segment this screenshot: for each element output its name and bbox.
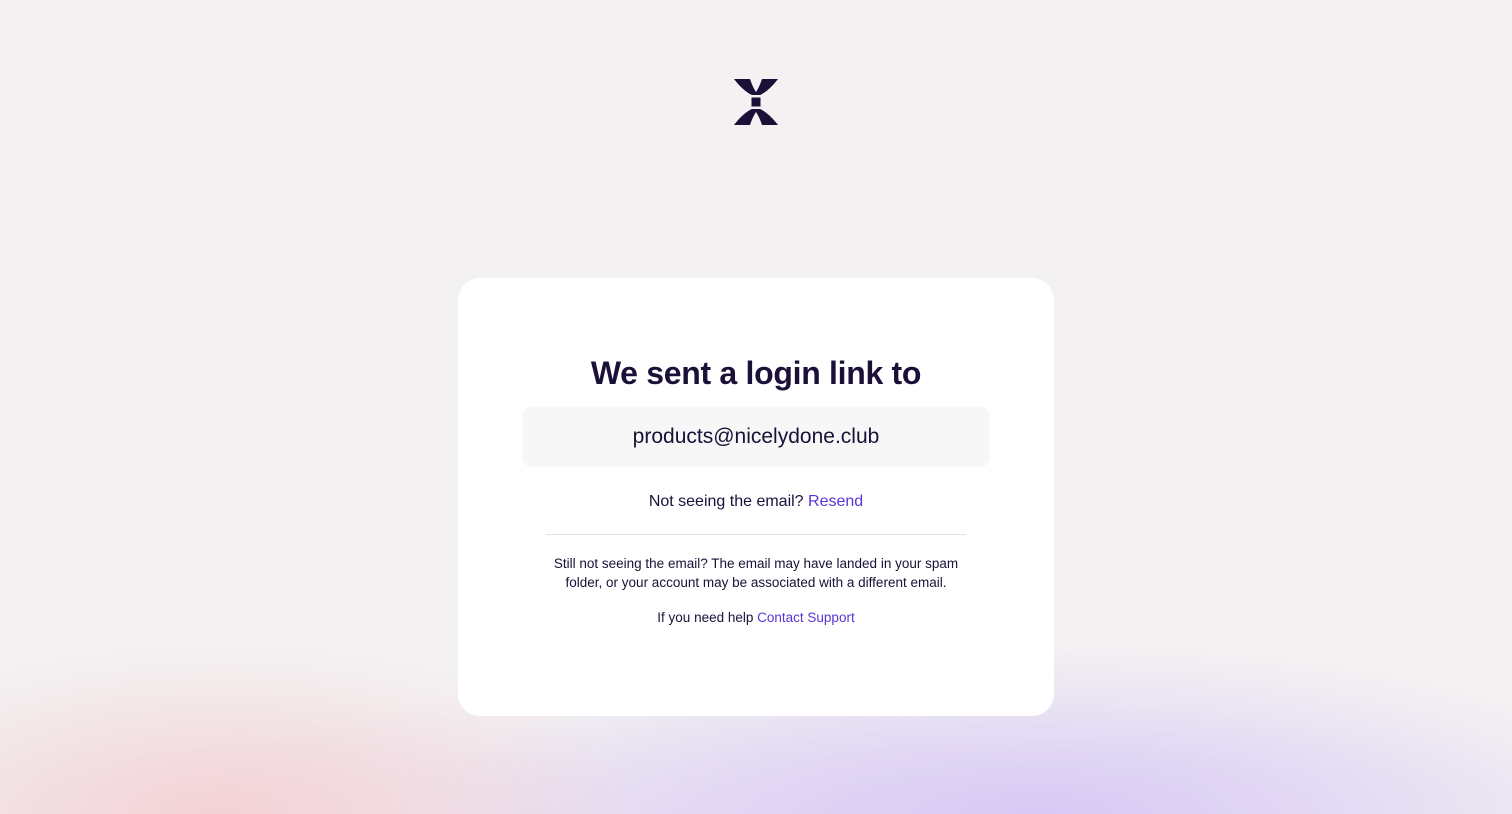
brand-logo-icon (732, 79, 780, 125)
contact-support-link[interactable]: Contact Support (757, 610, 855, 625)
resend-link[interactable]: Resend (808, 493, 863, 510)
support-prompt: If you need help (657, 610, 754, 625)
help-text: Still not seeing the email? The email ma… (553, 556, 959, 590)
support-line: If you need help Contact Support (0, 608, 1512, 627)
divider (546, 534, 966, 535)
resend-prompt-line: Not seeing the email? Resend (0, 491, 1512, 513)
email-address: products@nicelydone.club (632, 425, 880, 448)
email-display: products@nicelydone.club (522, 407, 990, 467)
page-title: We sent a login link to (590, 355, 922, 391)
resend-prompt: Not seeing the email? (648, 493, 804, 510)
